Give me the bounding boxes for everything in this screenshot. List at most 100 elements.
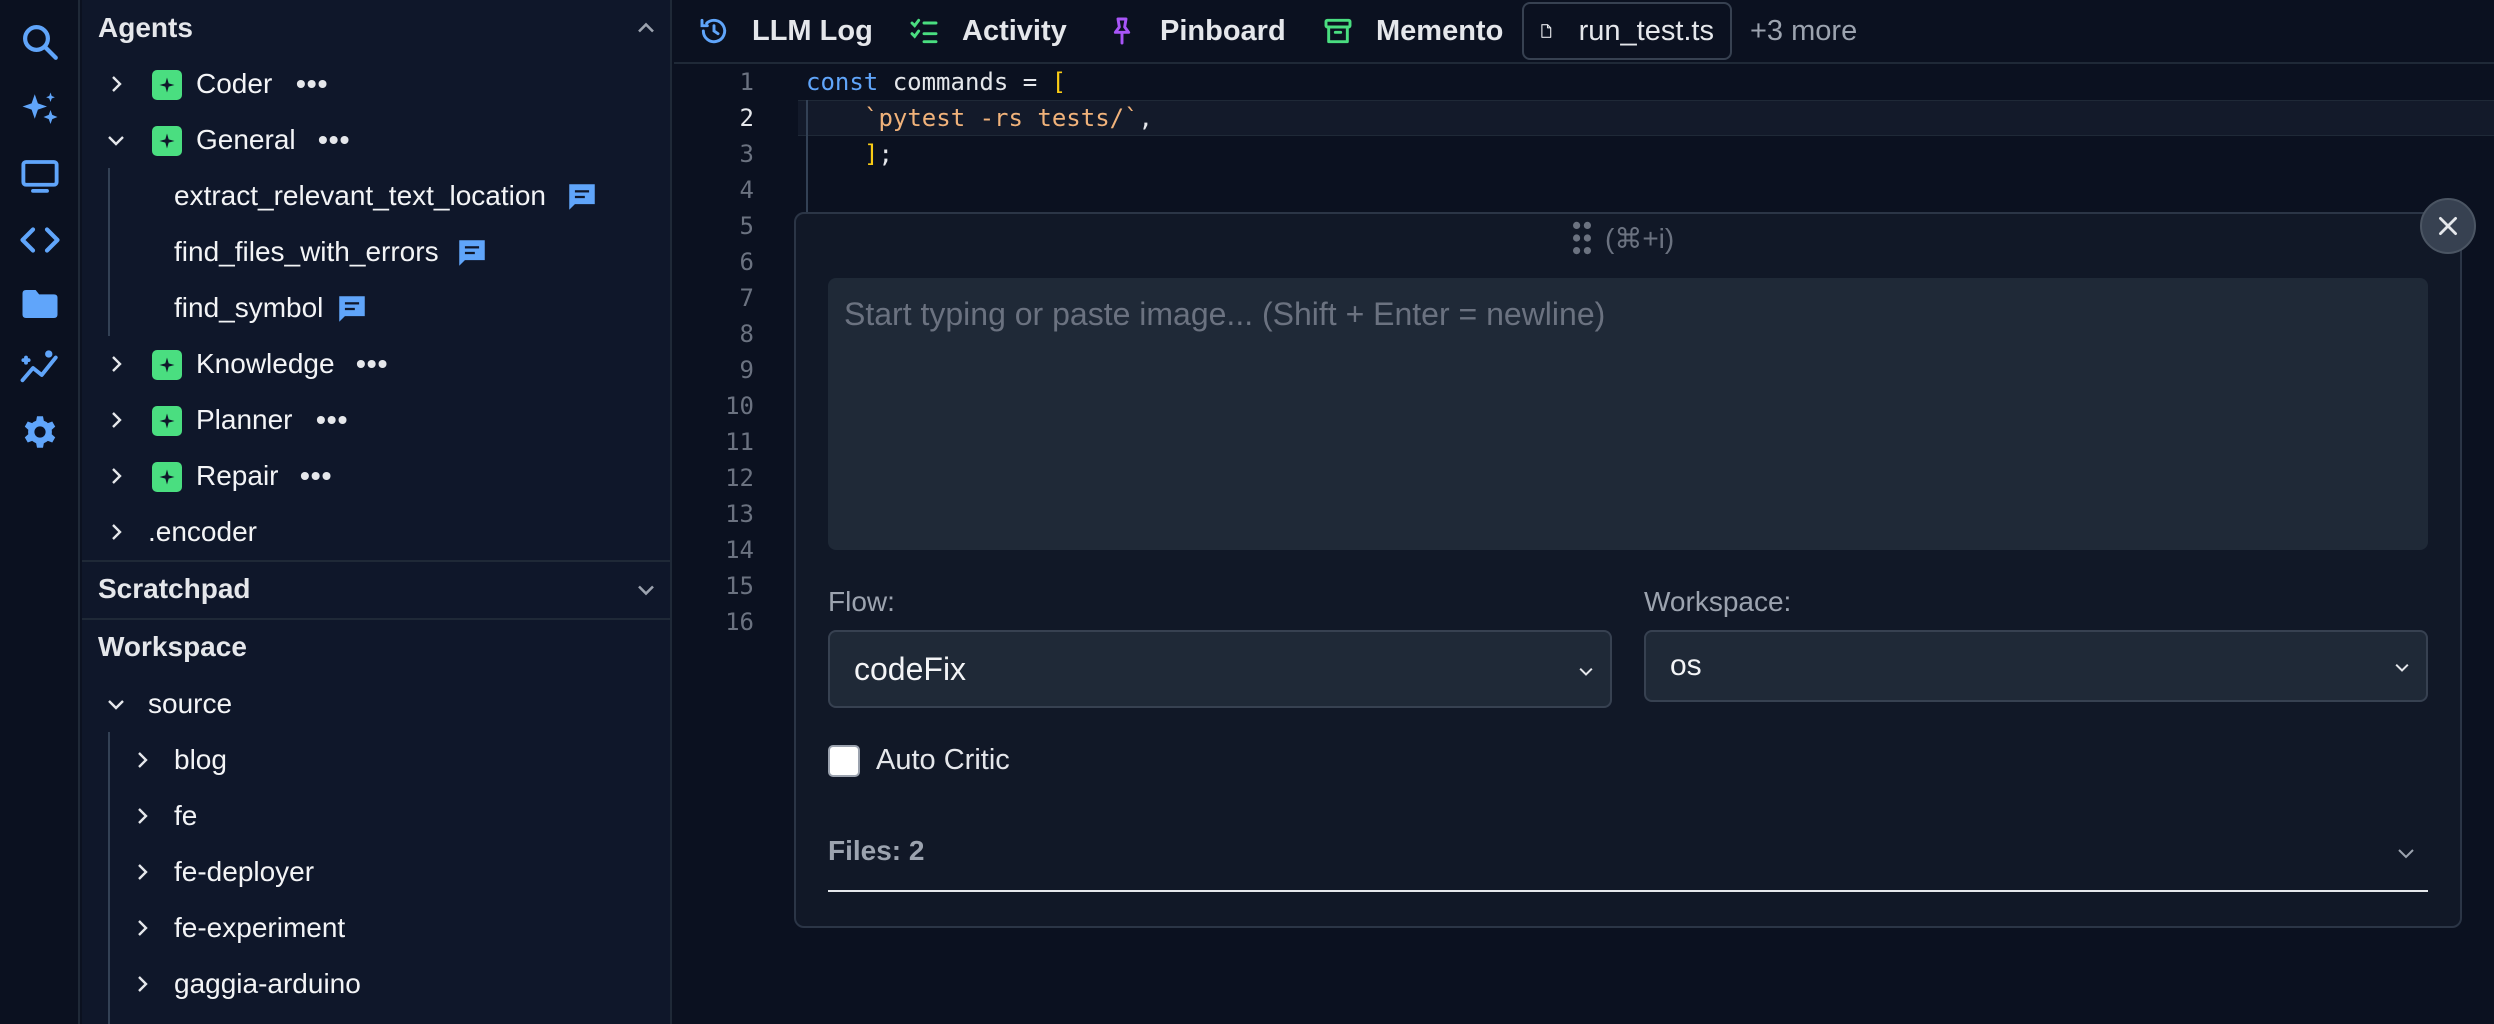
- agent-item-coder[interactable]: Coder •••: [82, 56, 670, 112]
- workspace-select[interactable]: os: [1644, 630, 2428, 702]
- folder-item-fe-deployer[interactable]: fe-deployer: [82, 844, 670, 900]
- tab-activity[interactable]: Activity: [908, 0, 1067, 62]
- line-number: 2: [739, 104, 754, 132]
- tab-label: run_test.ts: [1578, 14, 1714, 47]
- files-accordion[interactable]: Files: 2: [828, 812, 2428, 892]
- auto-critic-checkbox[interactable]: [828, 744, 860, 777]
- more-options-icon[interactable]: •••: [316, 404, 348, 436]
- sidebar: Agents Coder ••• General ••• extract_rel…: [82, 0, 672, 1024]
- line-number: 5: [739, 212, 754, 240]
- flow-select[interactable]: codeFix: [828, 630, 1612, 708]
- line-number: 13: [725, 500, 754, 528]
- archive-icon: [1324, 18, 1352, 44]
- more-options-icon[interactable]: •••: [318, 124, 350, 156]
- code-line-1: const commands = [: [806, 68, 1066, 96]
- chevron-down-icon: [2395, 663, 2409, 672]
- files-label: Files: 2: [828, 835, 925, 866]
- agents-header-label: Agents: [98, 12, 193, 43]
- tab-memento[interactable]: Memento: [1322, 0, 1503, 62]
- agent-item-knowledge[interactable]: Knowledge •••: [82, 336, 670, 392]
- tool-label: extract_relevant_text_location: [174, 180, 546, 211]
- history-icon: [700, 18, 727, 44]
- agent-item-general[interactable]: General •••: [82, 112, 670, 168]
- chevron-up-icon: [638, 22, 654, 33]
- folder-label: source: [148, 688, 233, 719]
- folder-item-fe-experiment[interactable]: fe-experiment: [82, 900, 670, 956]
- chevron-right-icon: [138, 752, 148, 768]
- folder-item-source[interactable]: source: [82, 676, 670, 732]
- code-icon[interactable]: [16, 216, 64, 264]
- folder-item-gaggia-arduino[interactable]: gaggia-arduino: [82, 956, 670, 1012]
- chevron-right-icon: [112, 356, 122, 372]
- analytics-icon[interactable]: [16, 344, 64, 392]
- close-icon: [2439, 217, 2457, 235]
- tab-label: Activity: [962, 14, 1067, 47]
- tab-file-run-test[interactable]: run_test.ts: [1522, 2, 1732, 60]
- line-number: 12: [725, 464, 754, 492]
- folder-item-fe[interactable]: fe: [82, 788, 670, 844]
- more-options-icon[interactable]: •••: [300, 460, 332, 492]
- line-number: 4: [739, 176, 754, 204]
- shortcut-hint: (⌘+i): [1605, 222, 1675, 254]
- folder-label: gaggia-arduino: [174, 968, 361, 999]
- tool-item-find-symbol[interactable]: find_symbol: [82, 280, 670, 336]
- folder-icon[interactable]: [16, 280, 64, 328]
- prompt-input[interactable]: [828, 278, 2428, 550]
- scratchpad-section-header[interactable]: Scratchpad: [82, 560, 670, 616]
- folder-item-blog[interactable]: blog: [82, 732, 670, 788]
- agent-item-repair[interactable]: Repair •••: [82, 448, 670, 504]
- workspace-section-header[interactable]: Workspace: [82, 618, 670, 674]
- agent-sparkle-icon: [152, 406, 182, 436]
- tab-label: Memento: [1376, 14, 1504, 47]
- checklist-icon: [910, 18, 938, 44]
- chevron-right-icon: [112, 76, 122, 92]
- tool-label: find_symbol: [174, 292, 324, 323]
- agents-section-header[interactable]: Agents: [82, 0, 670, 56]
- drag-handle[interactable]: (⌘+i): [1571, 218, 1674, 258]
- code-bracket: ]: [864, 140, 879, 168]
- auto-critic-toggle[interactable]: Auto Critic: [828, 744, 1010, 777]
- search-icon[interactable]: [16, 18, 64, 66]
- chat-icon[interactable]: [454, 236, 490, 270]
- line-number: 1: [739, 68, 754, 96]
- activity-bar: [0, 0, 80, 1024]
- chevron-down-icon: [2398, 849, 2414, 859]
- file-icon: [1541, 24, 1552, 38]
- line-number: 3: [739, 140, 754, 168]
- chat-icon[interactable]: [334, 292, 370, 326]
- code-line-3: ];: [864, 140, 893, 168]
- code-text: commands =: [878, 68, 1052, 96]
- tab-label: Pinboard: [1160, 14, 1286, 47]
- tool-item-extract-relevant-text-location[interactable]: extract_relevant_text_location: [82, 168, 670, 224]
- indent-guide: [806, 100, 808, 212]
- line-number: 11: [725, 428, 754, 456]
- tool-item-find-files-with-errors[interactable]: find_files_with_errors: [82, 224, 670, 280]
- folder-item-encoder[interactable]: .encoder: [82, 504, 670, 560]
- monitor-icon[interactable]: [16, 152, 64, 200]
- agent-sparkle-icon: [152, 70, 182, 100]
- tab-label: LLM Log: [752, 14, 873, 47]
- folder-label: blog: [174, 744, 227, 775]
- more-options-icon[interactable]: •••: [356, 348, 388, 380]
- line-number: 15: [725, 572, 754, 600]
- chevron-down-icon: [1579, 667, 1593, 676]
- chevron-right-icon: [138, 976, 148, 992]
- settings-gear-icon[interactable]: [16, 408, 64, 456]
- agent-label: Coder: [196, 68, 273, 99]
- tab-bar: LLM Log Activity Pinboard Memento run_te…: [674, 0, 2494, 64]
- sparkles-icon[interactable]: [16, 86, 64, 134]
- line-number: 14: [725, 536, 754, 564]
- chevron-right-icon: [138, 920, 148, 936]
- chat-icon[interactable]: [564, 180, 600, 214]
- line-number: 6: [739, 248, 754, 276]
- agent-label: Repair: [196, 460, 279, 491]
- close-prompt-button[interactable]: [2420, 198, 2476, 254]
- code-bracket: [: [1051, 68, 1067, 96]
- tab-more-button[interactable]: +3 more: [1750, 0, 1857, 62]
- code-keyword: const: [806, 68, 879, 96]
- more-options-icon[interactable]: •••: [296, 68, 328, 100]
- tab-llm-log[interactable]: LLM Log: [698, 0, 873, 62]
- agent-item-planner[interactable]: Planner •••: [82, 392, 670, 448]
- folder-label: fe-experiment: [174, 912, 346, 943]
- tab-pinboard[interactable]: Pinboard: [1106, 0, 1286, 62]
